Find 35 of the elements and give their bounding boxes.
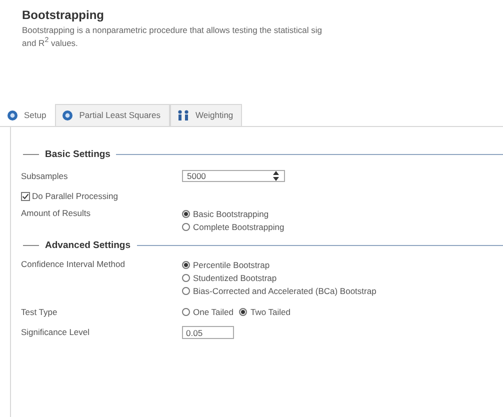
radio-option[interactable]: Two Tailed	[239, 306, 290, 319]
radio-dot[interactable]	[182, 261, 190, 270]
radio-option[interactable]: Bias-Corrected and Accelerated (BCa) Bootstrap	[182, 284, 376, 298]
checkbox[interactable]: Do Parallel Processing	[21, 191, 118, 202]
description-text: and R$^{2}$ values.	[22, 35, 79, 48]
circle-icon	[62, 110, 74, 121]
field-label: Confidence Interval Method	[21, 258, 126, 269]
radio-option[interactable]: Complete Bootstrapping	[182, 220, 284, 234]
checkbox-box[interactable]	[21, 192, 30, 201]
field-label: Subsamples	[21, 171, 69, 182]
significance-field[interactable]: 0.05	[182, 326, 234, 339]
radio-option[interactable]: Studentized Bootstrap	[182, 272, 376, 285]
section-heading: Basic Settings	[45, 148, 110, 160]
radio-dot[interactable]	[182, 210, 190, 218]
tab[interactable]: Partial Least Squares	[55, 104, 170, 126]
people-icon	[176, 110, 190, 121]
field-label: Test Type	[21, 307, 58, 318]
field-label: Significance Level	[21, 327, 91, 338]
section-heading: Advanced Settings	[45, 240, 131, 251]
radio-dot[interactable]	[182, 223, 190, 232]
tab[interactable]: Weighting	[170, 104, 242, 126]
radio-dot[interactable]	[182, 287, 190, 296]
radio-option[interactable]: Percentile Bootstrap	[182, 258, 376, 272]
page-title: Bootstrapping	[22, 8, 105, 22]
field-label: Amount of Results	[21, 208, 92, 218]
radio-dot[interactable]	[182, 308, 190, 316]
radio-option[interactable]: One Tailed	[182, 306, 234, 319]
description-text: Bootstrapping is a nonparametric procedure that allows testing the statistical sig	[22, 25, 324, 35]
circle-icon	[7, 110, 18, 121]
radio-dot[interactable]	[239, 308, 248, 316]
subsamples-field[interactable]: 5000	[182, 170, 285, 182]
radio-option[interactable]: Basic Bootstrapping	[182, 208, 284, 221]
radio-dot[interactable]	[182, 274, 190, 282]
spinner-arrows-icon	[272, 170, 280, 182]
checkmark-icon	[22, 192, 29, 201]
